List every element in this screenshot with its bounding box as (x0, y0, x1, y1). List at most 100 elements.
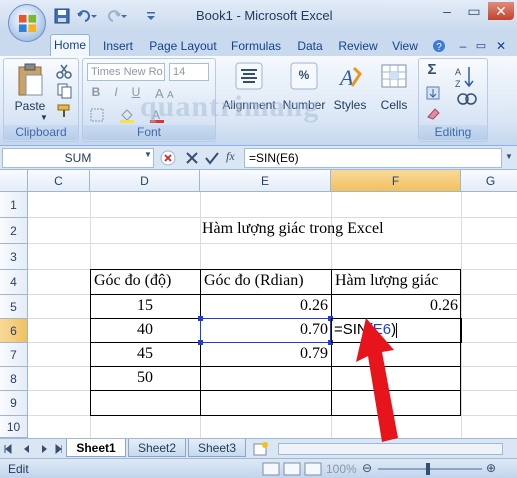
redo-icon[interactable] (106, 8, 128, 24)
formula-input[interactable]: =SIN(E6) (244, 148, 502, 168)
cell-e2-title[interactable]: Hàm lượng giác trong Excel (202, 220, 384, 238)
fill-icon[interactable] (425, 85, 441, 101)
fill-color-icon[interactable] (119, 107, 135, 123)
borders-icon[interactable] (89, 107, 105, 123)
row-header-2[interactable]: 2 (0, 218, 28, 244)
minimize-button[interactable]: – (434, 2, 460, 20)
office-button[interactable] (8, 4, 46, 42)
tab-page-layout[interactable]: Page Layout (148, 36, 218, 56)
cell-d7[interactable]: 45 (90, 345, 200, 363)
paste-icon[interactable] (16, 63, 46, 97)
clipboard-group-label: Clipboard (4, 125, 78, 140)
column-header-c[interactable]: C (28, 170, 90, 192)
paste-button[interactable]: Paste (10, 99, 50, 113)
select-all-corner[interactable] (0, 170, 28, 192)
copy-icon[interactable] (56, 83, 72, 99)
cells-group[interactable]: Cells (376, 58, 412, 142)
worksheet-grid[interactable]: C D E F G 1 2 3 4 5 6 7 8 9 10 Hàm lượng… (0, 170, 517, 438)
cell-e5[interactable]: 0.26 (200, 297, 328, 315)
tab-review[interactable]: Review (336, 36, 380, 56)
sort-filter-icon[interactable]: AZ (455, 63, 479, 91)
cells-label: Cells (380, 98, 408, 112)
undo-icon[interactable] (76, 8, 98, 24)
format-painter-icon[interactable] (56, 103, 72, 119)
sheet-tab-1[interactable]: Sheet1 (66, 439, 126, 457)
sheet-nav-icon[interactable] (4, 443, 62, 455)
tab-insert[interactable]: Insert (98, 36, 138, 56)
cancel-x-icon[interactable] (184, 150, 200, 166)
tab-data[interactable]: Data (294, 36, 326, 56)
italic-button[interactable]: I (109, 85, 123, 99)
cell-e7[interactable]: 0.79 (200, 345, 328, 363)
table-border (90, 269, 461, 270)
row-header-7[interactable]: 7 (0, 343, 28, 367)
bold-button[interactable]: B (89, 85, 103, 99)
underline-button[interactable]: U (129, 85, 143, 99)
column-header-f[interactable]: F (331, 170, 461, 192)
sheet-tab-2[interactable]: Sheet2 (128, 439, 186, 457)
column-header-d[interactable]: D (90, 170, 200, 192)
zoom-slider[interactable] (378, 468, 482, 470)
row-header-3[interactable]: 3 (0, 244, 28, 270)
find-select-icon[interactable] (455, 93, 479, 107)
font-name-box[interactable]: Times New Ro (87, 63, 165, 81)
cell-f4[interactable]: Hàm lượng giác (335, 272, 438, 290)
workbook-close-icon[interactable]: ✕ (494, 36, 508, 56)
paste-dropdown-icon[interactable]: ▼ (38, 113, 50, 122)
cancel-entry-icon[interactable] (160, 150, 176, 166)
column-header-e[interactable]: E (200, 170, 331, 192)
zoom-slider-thumb[interactable] (426, 463, 430, 475)
ribbon-restore-icon[interactable]: ▭ (474, 36, 488, 56)
row-header-1[interactable]: 1 (0, 192, 28, 218)
view-buttons-icon[interactable] (262, 462, 324, 476)
row-header-5[interactable]: 5 (0, 295, 28, 319)
zoom-out-icon[interactable]: ⊖ (362, 461, 372, 475)
customize-qat-icon[interactable] (146, 8, 156, 24)
close-button[interactable]: ✕ (488, 2, 514, 20)
svg-text:A: A (155, 86, 164, 101)
row-header-6[interactable]: 6 (0, 319, 28, 343)
insert-sheet-icon[interactable] (252, 441, 270, 457)
cell-d8[interactable]: 50 (90, 369, 200, 387)
cell-e6[interactable]: 0.70 (200, 321, 328, 339)
alignment-group[interactable]: Alignment (219, 58, 279, 142)
expand-formula-bar-icon[interactable]: ▼ (505, 152, 513, 161)
zoom-level[interactable]: 100% (326, 462, 357, 476)
gridline (461, 192, 462, 438)
cell-d5[interactable]: 15 (90, 297, 200, 315)
column-header-g[interactable]: G (461, 170, 517, 192)
sheet-tab-3[interactable]: Sheet3 (188, 439, 246, 457)
row-header-9[interactable]: 9 (0, 391, 28, 416)
help-icon[interactable]: ? (432, 36, 446, 56)
ribbon-minimize-icon[interactable]: – (456, 36, 470, 56)
name-box-dropdown-icon[interactable]: ▼ (144, 150, 152, 159)
styles-group[interactable]: A Styles (330, 58, 370, 142)
font-group-label: Font (83, 125, 215, 140)
cut-icon[interactable] (56, 63, 72, 79)
table-border (90, 294, 461, 295)
font-size-box[interactable]: 14 (169, 63, 209, 81)
number-group[interactable]: % Number (281, 58, 327, 142)
zoom-in-icon[interactable]: ⊕ (486, 461, 496, 475)
insert-function-button[interactable]: fx (226, 149, 235, 164)
enter-check-icon[interactable] (204, 150, 220, 166)
restore-button[interactable]: ▭ (461, 2, 487, 20)
font-color-icon[interactable]: A (149, 107, 165, 123)
tab-view[interactable]: View (388, 36, 422, 56)
font-size-grow-shrink-icon[interactable]: AA (153, 85, 207, 101)
cell-d4[interactable]: Góc đo (độ) (94, 272, 171, 290)
clear-icon[interactable] (425, 105, 441, 121)
row-header-8[interactable]: 8 (0, 367, 28, 391)
tab-formulas[interactable]: Formulas (228, 36, 284, 56)
name-box[interactable]: SUM (2, 148, 154, 168)
row-header-4[interactable]: 4 (0, 270, 28, 295)
row-header-10[interactable]: 10 (0, 416, 28, 438)
tab-home[interactable]: Home (50, 34, 90, 56)
styles-label: Styles (333, 98, 367, 112)
cell-e4[interactable]: Góc đo (Rdian) (204, 272, 304, 290)
alignment-icon (235, 62, 263, 90)
cell-f5[interactable]: 0.26 (331, 297, 458, 315)
cell-d6[interactable]: 40 (90, 321, 200, 339)
autosum-icon[interactable]: Σ (425, 61, 439, 78)
save-icon[interactable] (54, 8, 70, 24)
